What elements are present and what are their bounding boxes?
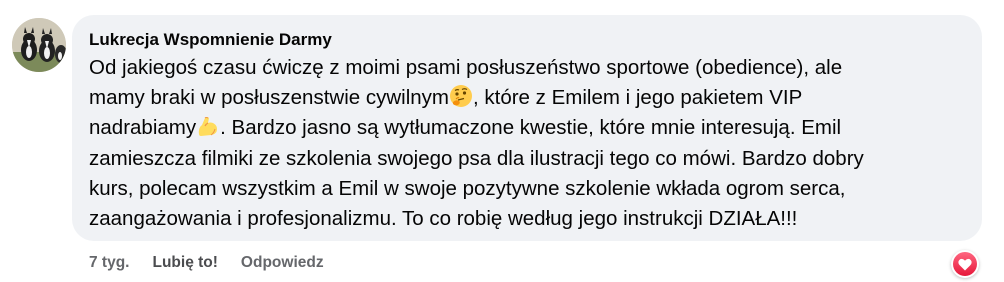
comment-line: mamy braki w posłuszenstwie cywilnym , k… <box>89 83 966 113</box>
timestamp-link[interactable]: 7 tyg. <box>89 254 129 272</box>
avatar-dogs-icon <box>12 18 66 72</box>
comment-line: zamieszcza filmiki ze szkolenia swojego … <box>89 146 864 170</box>
love-reaction-icon <box>953 252 977 276</box>
reply-button[interactable]: Odpowiedz <box>241 254 324 272</box>
comment-text: Od jakiegoś czasu ćwiczę z moimi psami p… <box>89 53 966 234</box>
comment-line: nadrabiamy . Bardzo jasno są wytłumaczon… <box>89 113 966 143</box>
avatar[interactable] <box>12 18 66 72</box>
comment-line-segment: , które z Emilem i jego pakietem VIP <box>472 86 803 110</box>
comment: Lukrecja Wspomnienie Darmy Od jakiegoś c… <box>0 0 1004 282</box>
like-button[interactable]: Lubię to! <box>152 254 217 272</box>
comment-author[interactable]: Lukrecja Wspomnienie Darmy <box>89 27 332 53</box>
thinking-face-icon <box>449 84 473 108</box>
comment-line: zaangażowania i profesjonalizmu. To co r… <box>89 207 798 231</box>
comment-line: kurs, polecam wszystkim a Emil w swoje p… <box>89 176 846 200</box>
comment-line-segment: nadrabiamy <box>89 116 197 140</box>
comment-line-segment: . Bardzo jasno są wytłumaczone kwestie, … <box>220 116 842 140</box>
comment-line-segment: mamy braki w posłuszenstwie cywilnym <box>89 86 449 110</box>
reaction-badge[interactable] <box>951 250 979 278</box>
comment-bubble: Lukrecja Wspomnienie Darmy Od jakiegoś c… <box>72 15 982 241</box>
flexed-biceps-icon <box>196 114 220 138</box>
comment-line: Od jakiegoś czasu ćwiczę z moimi psami p… <box>89 56 843 79</box>
comment-actions: 7 tyg. Lubię to! Odpowiedz <box>89 254 347 272</box>
